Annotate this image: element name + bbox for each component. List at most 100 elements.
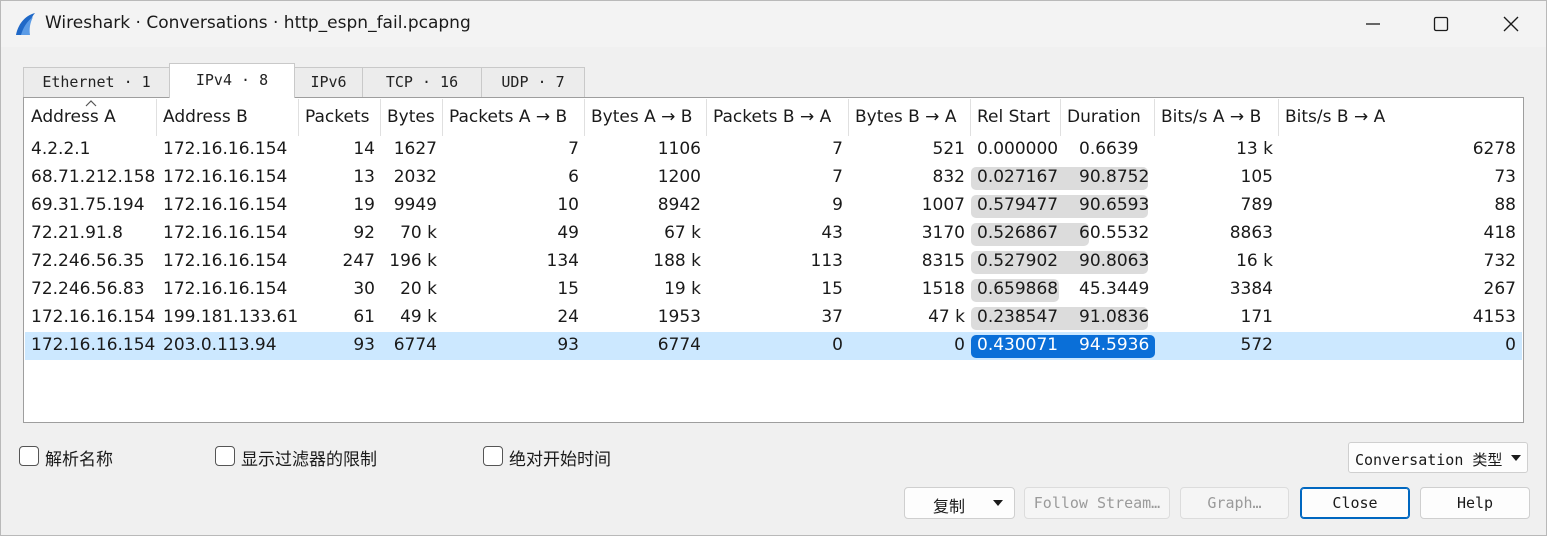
sort-ascending-icon: [85, 100, 97, 107]
conversations-window: Wireshark · Conversations · http_espn_fa…: [0, 0, 1547, 536]
cell-bits-ba: 0: [1505, 335, 1516, 355]
cell-address-b: 172.16.16.154: [163, 167, 288, 187]
cell-duration: 0.6639: [1079, 139, 1139, 159]
cell-duration: 94.5936: [1079, 335, 1150, 355]
column-header-packets-ba[interactable]: Packets B → A: [707, 99, 849, 136]
cell-packets: 247: [342, 251, 375, 271]
cell-packets-ab: 24: [557, 307, 579, 327]
cell-bytes: 2032: [393, 167, 437, 187]
cell-rel-start: 0.526867: [977, 223, 1059, 243]
cell-bytes-ab: 1200: [657, 167, 701, 187]
column-header-duration[interactable]: Duration: [1061, 99, 1155, 136]
follow-stream-button[interactable]: Follow Stream…: [1024, 487, 1170, 519]
cell-packets-ba: 9: [832, 195, 843, 215]
tab-ipv4[interactable]: IPv4 · 8: [169, 63, 295, 98]
tab-ethernet[interactable]: Ethernet · 1: [23, 67, 170, 97]
cell-bits-ba: 418: [1483, 223, 1516, 243]
cell-packets-ab: 15: [557, 279, 579, 299]
column-header-packets[interactable]: Packets: [299, 99, 381, 136]
table-row[interactable]: 69.31.75.194 172.16.16.154 19 9949 10 8942 9 10…: [25, 192, 1522, 220]
cell-bytes: 1627: [393, 139, 437, 159]
cell-bytes: 20 k: [400, 279, 437, 299]
cell-packets-ab: 7: [568, 139, 579, 159]
cell-address-b: 172.16.16.154: [163, 139, 288, 159]
column-header-address-a[interactable]: Address A: [25, 99, 157, 136]
cell-address-a: 72.21.91.8: [31, 223, 123, 243]
close-button[interactable]: Close: [1300, 487, 1410, 519]
column-header-rel-start[interactable]: Rel Start: [971, 99, 1061, 136]
cell-duration: 90.8063: [1079, 251, 1150, 271]
cell-bytes-ba: 8315: [921, 251, 965, 271]
limit-to-filter-checkbox[interactable]: [215, 446, 235, 466]
cell-bits-ba: 88: [1494, 195, 1516, 215]
cell-address-a: 172.16.16.154: [31, 335, 156, 355]
cell-duration: 60.5532: [1079, 223, 1150, 243]
table-row[interactable]: 4.2.2.1 172.16.16.154 14 1627 7 1106 7 521 0.000…: [25, 136, 1522, 164]
resolve-names-option[interactable]: 解析名称: [19, 444, 159, 470]
cell-rel-start: 0.527902: [977, 251, 1059, 271]
cell-bytes-ba: 521: [932, 139, 965, 159]
cell-address-b: 199.181.133.61: [163, 307, 299, 327]
limit-to-filter-option[interactable]: 显示过滤器的限制: [215, 444, 415, 470]
dropdown-arrow-icon: [993, 500, 1003, 506]
table-row[interactable]: 68.71.212.158 172.16.16.154 13 2032 6 1200 7 83…: [25, 164, 1522, 192]
cell-packets-ab: 93: [557, 335, 579, 355]
cell-address-a: 72.246.56.83: [31, 279, 145, 299]
cell-packets-ab: 134: [546, 251, 579, 271]
close-window-button[interactable]: [1488, 1, 1534, 47]
resolve-names-checkbox[interactable]: [19, 446, 39, 466]
cell-rel-start: 0.238547: [977, 307, 1059, 327]
cell-address-a: 172.16.16.154: [31, 307, 156, 327]
copy-button[interactable]: 复制: [904, 487, 1015, 519]
column-header-bits-ba[interactable]: Bits/s B → A: [1279, 99, 1522, 136]
cell-rel-start: 0.027167: [977, 167, 1059, 187]
cell-bytes: 6774: [393, 335, 437, 355]
absolute-start-time-label: 绝对开始时间: [509, 450, 611, 470]
column-header-address-b[interactable]: Address B: [157, 99, 299, 136]
column-header-bits-ab[interactable]: Bits/s A → B: [1155, 99, 1279, 136]
cell-packets: 13: [353, 167, 375, 187]
column-header-bytes-ba[interactable]: Bytes B → A: [849, 99, 971, 136]
cell-bytes-ab: 1106: [657, 139, 701, 159]
table-row[interactable]: 72.21.91.8 172.16.16.154 92 70 k 49 67 k 43 317…: [25, 220, 1522, 248]
cell-bits-ab: 171: [1240, 307, 1273, 327]
cell-address-b: 203.0.113.94: [163, 335, 277, 355]
help-button[interactable]: Help: [1420, 487, 1530, 519]
graph-button[interactable]: Graph…: [1180, 487, 1289, 519]
cell-rel-start: 0.659868: [977, 279, 1059, 299]
cell-packets: 92: [353, 223, 375, 243]
absolute-start-time-option[interactable]: 绝对开始时间: [483, 444, 653, 470]
cell-bytes-ba: 832: [932, 167, 965, 187]
minimize-button[interactable]: [1350, 1, 1396, 47]
cell-address-a: 72.246.56.35: [31, 251, 145, 271]
cell-packets-ba: 7: [832, 167, 843, 187]
cell-bytes-ab: 1953: [657, 307, 701, 327]
conversations-table: Address A Address B Packets Bytes Packet…: [23, 97, 1524, 423]
table-row[interactable]: 172.16.16.154 203.0.113.94 93 6774 93 6774 0 0 0…: [25, 332, 1522, 360]
tab-tcp[interactable]: TCP · 16: [362, 67, 482, 97]
cell-bytes: 9949: [393, 195, 437, 215]
cell-address-a: 4.2.2.1: [31, 139, 91, 159]
column-header-packets-ab[interactable]: Packets A → B: [443, 99, 585, 136]
cell-duration: 45.3449: [1079, 279, 1150, 299]
table-row[interactable]: 72.246.56.35 172.16.16.154 247 196 k 134 188 …: [25, 248, 1522, 276]
window-title: Wireshark · Conversations · http_espn_fa…: [45, 13, 471, 33]
cell-bytes-ab: 19 k: [664, 279, 701, 299]
table-row[interactable]: 172.16.16.154 199.181.133.61 61 49 k 24 1953 3…: [25, 304, 1522, 332]
maximize-button[interactable]: [1418, 1, 1464, 47]
tab-ipv6[interactable]: IPv6: [294, 67, 363, 97]
column-header-bytes-ab[interactable]: Bytes A → B: [585, 99, 707, 136]
maximize-icon: [1433, 16, 1449, 32]
cell-bits-ab: 8863: [1229, 223, 1273, 243]
conversation-type-dropdown[interactable]: Conversation 类型: [1348, 442, 1528, 473]
close-icon: [1503, 16, 1519, 32]
absolute-start-time-checkbox[interactable]: [483, 446, 503, 466]
cell-bytes: 49 k: [400, 307, 437, 327]
table-row[interactable]: 72.246.56.83 172.16.16.154 30 20 k 15 19 k 15 1…: [25, 276, 1522, 304]
column-header-bytes[interactable]: Bytes: [381, 99, 443, 136]
tab-udp[interactable]: UDP · 7: [481, 67, 585, 97]
cell-bits-ba: 6278: [1472, 139, 1516, 159]
limit-to-filter-label: 显示过滤器的限制: [241, 450, 377, 470]
cell-bytes-ba: 1007: [921, 195, 965, 215]
cell-bits-ab: 3384: [1229, 279, 1273, 299]
